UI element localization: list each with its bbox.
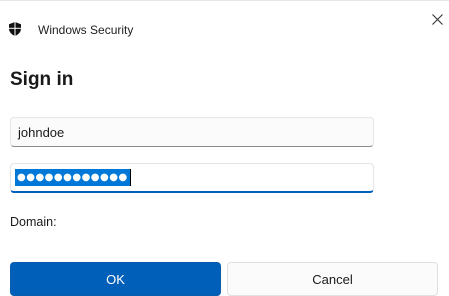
title-bar: Windows Security xyxy=(0,1,449,53)
password-masked-value: ●●●●●●●●●●●● xyxy=(15,169,130,186)
text-caret xyxy=(129,169,131,186)
sign-in-dialog: Windows Security Sign in johndoe ●●●●●●●… xyxy=(0,0,449,296)
shield-icon xyxy=(9,22,21,36)
cancel-button-label: Cancel xyxy=(312,271,353,287)
close-icon xyxy=(431,12,443,30)
username-field[interactable]: johndoe xyxy=(10,117,374,147)
ok-button[interactable]: OK xyxy=(10,262,221,296)
domain-label: Domain: xyxy=(10,215,57,229)
cancel-button[interactable]: Cancel xyxy=(227,262,438,296)
password-field[interactable]: ●●●●●●●●●●●● xyxy=(10,163,374,193)
ok-button-label: OK xyxy=(106,271,125,287)
close-button[interactable] xyxy=(426,10,448,32)
username-value: johndoe xyxy=(18,124,65,140)
window-title: Windows Security xyxy=(38,23,134,37)
dialog-heading: Sign in xyxy=(10,69,74,90)
